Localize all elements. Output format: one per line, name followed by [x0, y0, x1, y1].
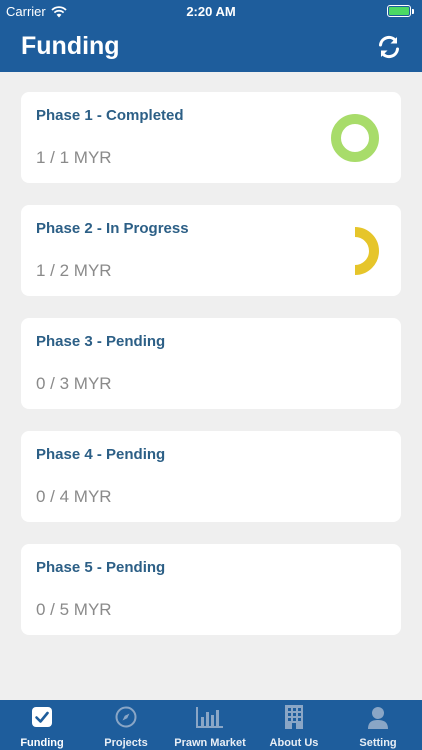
battery-icon: [387, 5, 414, 17]
tab-label: Setting: [359, 737, 397, 749]
phase-amount: 1 / 1 MYR: [36, 148, 112, 167]
tab-about-us[interactable]: About Us: [252, 700, 336, 750]
phase-title: Phase 5 - Pending: [36, 559, 166, 576]
phase-amount: 0 / 5 MYR: [36, 600, 112, 619]
tab-prawn-market[interactable]: Prawn Market: [168, 700, 252, 750]
phase-card-1[interactable]: Phase 1 - Completed 1 / 1 MYR: [21, 92, 401, 183]
compass-icon: [115, 706, 137, 728]
building-icon: [285, 705, 303, 729]
phase-card-3[interactable]: Phase 3 - Pending 0 / 3 MYR: [21, 318, 401, 409]
clock: 2:20 AM: [186, 4, 236, 19]
status-bar: Carrier 2:20 AM: [0, 0, 422, 22]
phase-card-5[interactable]: Phase 5 - Pending 0 / 5 MYR: [21, 544, 401, 635]
phase-title: Phase 1 - Completed: [36, 107, 184, 124]
nav-bar: Funding: [0, 22, 422, 72]
phase-amount: 1 / 2 MYR: [36, 261, 112, 280]
tab-funding[interactable]: Funding: [0, 700, 84, 750]
phase-title: Phase 3 - Pending: [36, 333, 166, 350]
refresh-icon[interactable]: [376, 34, 402, 60]
phase-card-2[interactable]: Phase 2 - In Progress 1 / 2 MYR: [21, 205, 401, 296]
user-icon: [368, 707, 388, 729]
bar-chart-icon: [196, 707, 223, 728]
checkbox-icon: [32, 707, 52, 727]
phase-amount: 0 / 3 MYR: [36, 374, 112, 393]
progress-ring: [354, 227, 379, 275]
phase-title: Phase 4 - Pending: [36, 446, 166, 463]
tab-bar: Funding Projects Prawn Market About Us S…: [0, 700, 422, 750]
progress-arc: [354, 227, 379, 275]
tab-projects[interactable]: Projects: [84, 700, 168, 750]
progress-arc: [331, 114, 379, 162]
phase-title: Phase 2 - In Progress: [36, 220, 189, 237]
progress-ring: [331, 114, 379, 162]
tab-setting[interactable]: Setting: [336, 700, 420, 750]
phase-card-4[interactable]: Phase 4 - Pending 0 / 4 MYR: [21, 431, 401, 522]
page-title: Funding: [21, 32, 120, 60]
phase-amount: 0 / 4 MYR: [36, 487, 112, 506]
